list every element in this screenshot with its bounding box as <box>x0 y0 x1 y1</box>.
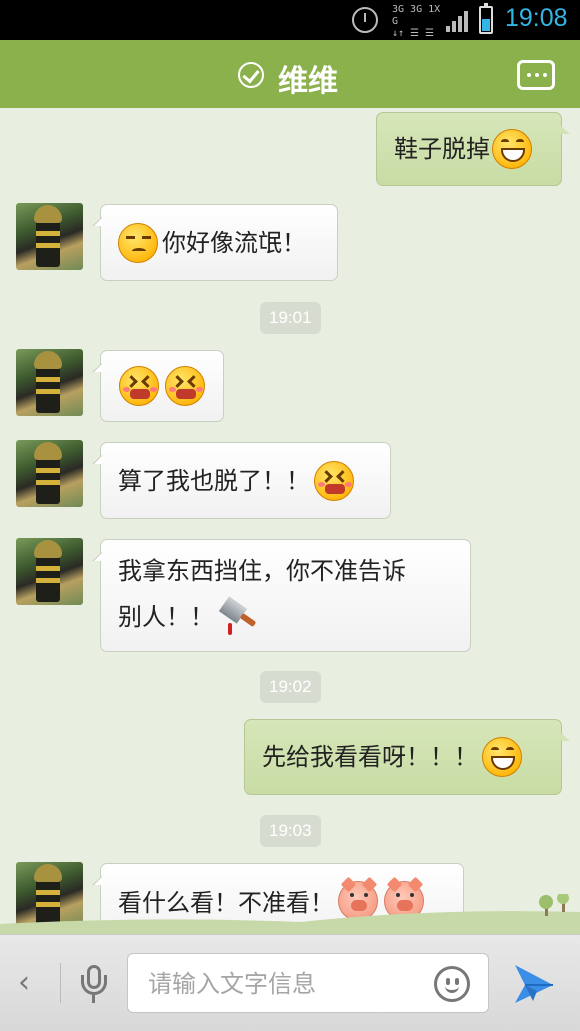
battery-icon <box>479 3 493 34</box>
microphone-icon[interactable] <box>78 965 110 1005</box>
emoji-icon[interactable] <box>434 966 470 1002</box>
status-bar: 3G 3G 1X G ↓↑ ☰ ☰ 19:08 <box>0 0 580 40</box>
more-icon[interactable] <box>517 60 555 90</box>
message-bubble-incoming[interactable]: 你好像流氓！ <box>92 204 338 281</box>
avatar[interactable] <box>16 440 83 507</box>
message-bubble-outgoing[interactable]: 鞋子脱掉 <box>376 112 570 186</box>
back-icon[interactable]: ‹ <box>18 965 30 1000</box>
input-bar: ‹ <box>0 934 580 1031</box>
message-text-line: 别人！！ <box>118 603 214 631</box>
chat-area[interactable]: 鞋子脱掉 你好像流氓！ 19:01 算了我也脱了！！ 我拿东西挡住，你不准告诉 … <box>0 108 580 934</box>
divider <box>60 963 61 1003</box>
avatar[interactable] <box>16 349 83 416</box>
timestamp: 19:02 <box>260 671 321 703</box>
network-type-label: 3G 3G 1X G <box>392 4 441 27</box>
grin-emoji-icon <box>482 737 522 777</box>
message-text: 先给我看看呀！！！ <box>262 743 478 771</box>
grimace-emoji-icon <box>119 366 159 406</box>
message-input-field[interactable] <box>127 953 489 1013</box>
network-indicator: 3G 3G 1X G ↓↑ ☰ ☰ <box>392 4 452 39</box>
chat-title: 维维 <box>278 64 338 99</box>
message-text-line: 我拿东西挡住，你不准告诉 <box>118 557 406 585</box>
grimace-emoji-icon <box>165 366 205 406</box>
grin-emoji-icon <box>492 129 532 169</box>
status-time: 19:08 <box>505 4 568 32</box>
alarm-icon <box>352 7 378 33</box>
signal-icon <box>446 10 470 32</box>
send-icon[interactable] <box>511 961 557 1007</box>
timestamp: 19:01 <box>260 302 321 334</box>
message-text: 你好像流氓！ <box>162 228 306 257</box>
cleaver-emoji-icon <box>218 596 258 637</box>
check-circle-icon <box>238 62 264 88</box>
message-bubble-incoming[interactable]: 我拿东西挡住，你不准告诉 别人！！ <box>92 539 471 652</box>
message-text: 算了我也脱了！！ <box>118 466 310 495</box>
avatar[interactable] <box>16 538 83 605</box>
message-input[interactable] <box>148 964 418 1004</box>
network-activity-label: ↓↑ ☰ ☰ <box>392 28 435 39</box>
avatar[interactable] <box>16 203 83 270</box>
message-bubble-outgoing[interactable]: 先给我看看呀！！！ <box>244 719 570 795</box>
title-bar: 维维 <box>0 40 580 114</box>
timestamp: 19:03 <box>260 815 321 847</box>
message-text: 鞋子脱掉 <box>394 135 490 163</box>
message-bubble-incoming[interactable]: 算了我也脱了！！ <box>92 442 391 519</box>
message-bubble-incoming[interactable] <box>92 350 224 422</box>
background-hills <box>0 894 580 934</box>
smirk-emoji-icon <box>118 222 158 263</box>
grimace-emoji-icon <box>314 460 354 501</box>
